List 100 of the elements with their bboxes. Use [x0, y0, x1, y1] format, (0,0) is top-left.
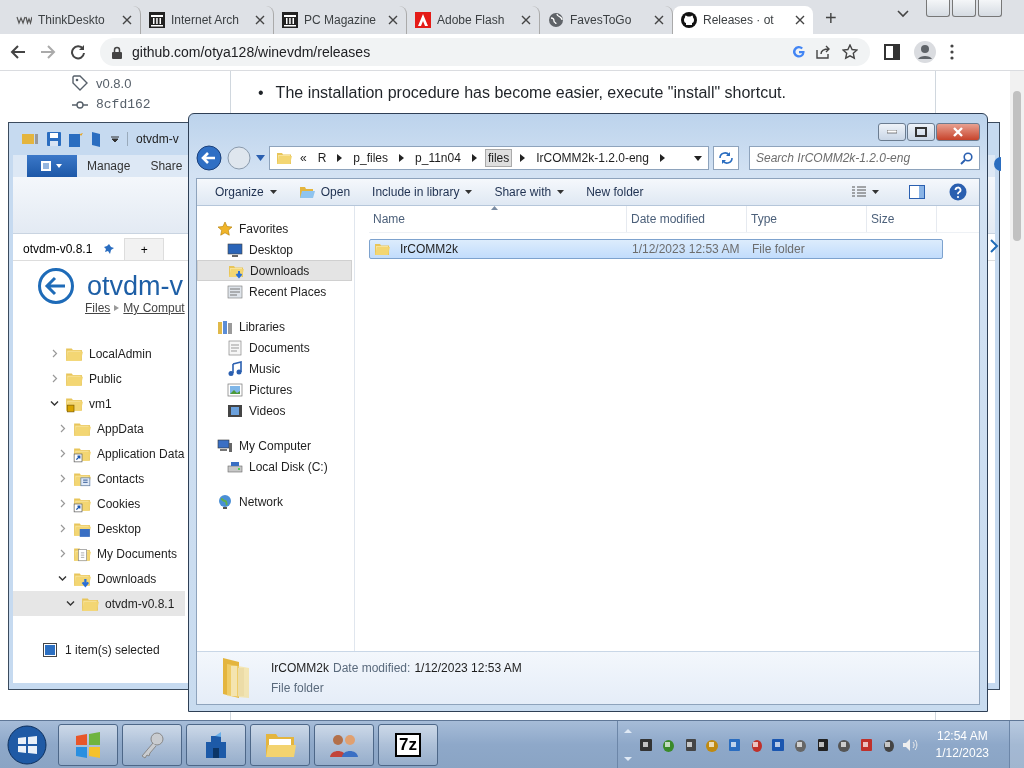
nav-group[interactable]: Libraries — [197, 316, 352, 337]
profile-icon[interactable] — [914, 41, 936, 63]
browser-tab[interactable]: Adobe Flash — [407, 6, 540, 34]
tree-item[interactable]: otvdm-v0.8.1 — [13, 591, 185, 616]
chevron-icon[interactable] — [471, 154, 477, 162]
close-icon[interactable] — [388, 15, 398, 25]
google-icon[interactable] — [792, 45, 806, 59]
tree-item[interactable]: Application Data — [13, 441, 185, 466]
nav-item[interactable]: Downloads — [197, 260, 352, 281]
breadcrumb-link[interactable]: Files — [85, 301, 111, 315]
back-icon[interactable] — [196, 145, 222, 171]
nav-item[interactable]: Documents — [197, 337, 352, 358]
close-icon[interactable] — [122, 15, 132, 25]
help-icon[interactable] — [949, 183, 967, 201]
preview-pane-icon[interactable] — [909, 185, 925, 199]
column-header[interactable]: Date modified — [627, 206, 747, 232]
chevron-icon[interactable] — [520, 154, 526, 162]
minimize-button[interactable] — [926, 0, 950, 17]
properties-icon[interactable] — [69, 131, 83, 147]
taskbar-button[interactable] — [122, 723, 182, 766]
toolbar-button[interactable]: Organize — [207, 182, 285, 202]
taskbar-button[interactable]: 7z — [378, 723, 438, 766]
close-button[interactable] — [978, 0, 1002, 17]
tray-icon[interactable] — [769, 736, 786, 753]
tree-item[interactable]: Contacts — [13, 466, 185, 491]
folder-tab[interactable]: + — [124, 238, 165, 260]
toolbar-button[interactable]: New folder — [578, 182, 652, 202]
scrollbar[interactable] — [1010, 71, 1024, 721]
ribbon-tab[interactable]: Manage — [87, 159, 131, 173]
nav-item[interactable]: Recent Places — [197, 281, 352, 302]
tree-item[interactable]: Cookies — [13, 491, 185, 516]
tree-item[interactable]: LocalAdmin — [13, 341, 185, 366]
browser-tab[interactable]: ThinkDeskto — [8, 6, 141, 34]
address-bar[interactable]: github.com/otya128/winevdm/releases — [100, 38, 870, 66]
chevron-icon[interactable] — [659, 154, 665, 162]
browser-tab[interactable]: Releases · ot — [673, 6, 813, 34]
chevron-down-icon[interactable] — [897, 10, 909, 18]
tree-item[interactable]: Downloads — [13, 566, 185, 591]
close-icon[interactable] — [654, 15, 664, 25]
breadcrumb-segment[interactable]: R — [314, 149, 330, 167]
ribbon-tab[interactable]: Share — [150, 159, 183, 173]
file-row[interactable]: IrCOMM2k 1/12/2023 12:53 AM File folder — [369, 239, 943, 259]
pin-icon[interactable] — [104, 244, 115, 254]
toolbar-button[interactable]: Include in library — [364, 182, 481, 202]
chevron-icon[interactable] — [58, 574, 67, 583]
breadcrumb-segment[interactable]: files — [484, 149, 513, 167]
start-button[interactable] — [6, 723, 48, 766]
taskbar-button[interactable] — [186, 723, 246, 766]
dropdown-icon[interactable] — [872, 190, 879, 194]
nav-group[interactable]: Network — [197, 491, 352, 512]
close-icon[interactable] — [795, 15, 805, 25]
commit-link[interactable]: 8cfd162 — [96, 97, 151, 112]
new-tab-button[interactable]: + — [825, 7, 837, 30]
nav-group[interactable]: My Computer — [197, 435, 352, 456]
overflow-chevron[interactable]: « — [300, 151, 307, 165]
address-bar[interactable]: « R p_files p_11n04 files IrCOMM2k-1.2.0-eng — [269, 146, 709, 170]
taskbar-button[interactable] — [58, 723, 118, 766]
tray-icon[interactable] — [637, 736, 654, 753]
tree-item[interactable]: Desktop — [13, 516, 185, 541]
share-icon[interactable] — [816, 45, 832, 59]
column-header[interactable]: Size — [867, 206, 937, 232]
chevron-icon[interactable] — [337, 154, 343, 162]
chevron-icon[interactable] — [66, 599, 75, 608]
save-icon[interactable] — [47, 132, 61, 146]
breadcrumb-link[interactable]: My Comput — [123, 301, 185, 315]
back-icon[interactable] — [10, 44, 26, 60]
side-panel-icon[interactable] — [884, 44, 900, 60]
taskbar-button[interactable] — [250, 723, 310, 766]
back-icon[interactable] — [37, 267, 75, 305]
nav-item[interactable]: Pictures — [197, 379, 352, 400]
nav-item[interactable]: Desktop — [197, 239, 352, 260]
maximize-button[interactable] — [907, 123, 935, 141]
refresh-button[interactable] — [713, 146, 739, 170]
chevron-icon[interactable] — [50, 399, 59, 408]
door-icon[interactable] — [91, 131, 103, 147]
nav-item[interactable]: Videos — [197, 400, 352, 421]
nav-item[interactable]: Music — [197, 358, 352, 379]
chevron-icon[interactable] — [399, 154, 405, 162]
tree-item[interactable]: vm1 — [13, 391, 185, 416]
browser-tab[interactable]: FavesToGo — [540, 6, 673, 34]
browser-tab[interactable]: PC Magazine — [274, 6, 407, 34]
nav-group[interactable]: Favorites — [197, 218, 352, 239]
breadcrumb-segment[interactable]: IrCOMM2k-1.2.0-eng — [533, 149, 652, 167]
tag-label[interactable]: v0.8.0 — [96, 75, 132, 91]
breadcrumb-segment[interactable]: p_11n04 — [412, 149, 464, 167]
tree-item[interactable]: My Documents — [13, 541, 185, 566]
close-icon[interactable] — [521, 15, 531, 25]
search-field[interactable]: Search IrCOMM2k-1.2.0-eng — [749, 146, 980, 170]
column-header[interactable]: Type — [747, 206, 867, 232]
tree-item[interactable]: Public — [13, 366, 185, 391]
toolbar-button[interactable]: Share with — [486, 182, 573, 202]
taskbar-button[interactable] — [314, 723, 374, 766]
dropdown-icon[interactable] — [111, 135, 119, 143]
toolbar-button[interactable]: Open — [290, 182, 359, 202]
menu-icon[interactable] — [950, 44, 954, 60]
breadcrumb-segment[interactable]: p_files — [350, 149, 392, 167]
tree-item[interactable]: AppData — [13, 416, 185, 441]
star-icon[interactable] — [842, 44, 858, 60]
file-menu-button[interactable] — [27, 155, 77, 177]
close-button[interactable] — [936, 123, 980, 141]
